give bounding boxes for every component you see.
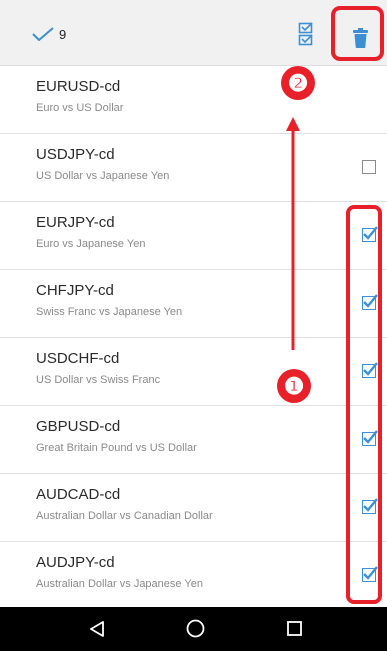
symbol-description: US Dollar vs Swiss Franc	[36, 374, 161, 386]
symbol-name: USDJPY-cd	[36, 146, 115, 163]
row-checkbox[interactable]	[362, 294, 378, 310]
row-checkbox[interactable]	[362, 430, 378, 446]
symbol-name: GBPUSD-cd	[36, 418, 121, 435]
symbol-description: Great Britain Pound vs US Dollar	[36, 442, 197, 454]
symbol-description: Euro vs US Dollar	[36, 102, 124, 114]
list-item[interactable]: CHFJPY-cd Swiss Franc vs Japanese Yen	[0, 270, 387, 338]
symbol-name: EURUSD-cd	[36, 78, 121, 95]
select-all-icon[interactable]	[298, 22, 314, 46]
list-item[interactable]: GBPUSD-cd Great Britain Pound vs US Doll…	[0, 406, 387, 474]
list-item[interactable]: USDJPY-cd US Dollar vs Japanese Yen	[0, 134, 387, 202]
symbol-description: US Dollar vs Japanese Yen	[36, 170, 170, 182]
symbol-name: EURJPY-cd	[36, 214, 115, 231]
symbol-name: USDCHF-cd	[36, 350, 120, 367]
list-item[interactable]: AUDJPY-cd Australian Dollar vs Japanese …	[0, 542, 387, 607]
row-checkbox[interactable]	[362, 498, 378, 514]
recent-apps-icon[interactable]	[287, 621, 302, 636]
selected-count: 9	[59, 27, 67, 42]
list-item[interactable]: EURJPY-cd Euro vs Japanese Yen	[0, 202, 387, 270]
list-item[interactable]: USDCHF-cd US Dollar vs Swiss Franc	[0, 338, 387, 406]
trash-icon	[353, 28, 368, 48]
list-item[interactable]: AUDCAD-cd Australian Dollar vs Canadian …	[0, 474, 387, 542]
row-checkbox[interactable]	[362, 566, 378, 582]
symbol-description: Euro vs Japanese Yen	[36, 238, 146, 250]
step-1-badge: ❶	[277, 369, 311, 403]
back-icon[interactable]	[89, 621, 105, 637]
row-checkbox[interactable]	[362, 226, 378, 242]
symbol-description: Swiss Franc vs Japanese Yen	[36, 306, 183, 318]
row-checkbox[interactable]	[362, 362, 378, 378]
symbol-description: Australian Dollar vs Canadian Dollar	[36, 510, 213, 522]
symbol-name: AUDCAD-cd	[36, 486, 121, 503]
symbol-description: Australian Dollar vs Japanese Yen	[36, 578, 203, 590]
system-nav-bar	[0, 607, 387, 651]
symbol-list: EURUSD-cd Euro vs US Dollar USDJPY-cd US…	[0, 66, 387, 607]
delete-button[interactable]	[331, 6, 384, 61]
symbol-name: AUDJPY-cd	[36, 554, 115, 571]
row-checkbox[interactable]	[362, 160, 376, 174]
list-item[interactable]: EURUSD-cd Euro vs US Dollar	[0, 66, 387, 134]
step-2-badge: ❷	[281, 66, 315, 100]
home-icon[interactable]	[186, 619, 205, 638]
symbol-name: CHFJPY-cd	[36, 282, 114, 299]
check-icon[interactable]	[32, 27, 54, 41]
selection-toolbar: 9	[0, 0, 387, 66]
